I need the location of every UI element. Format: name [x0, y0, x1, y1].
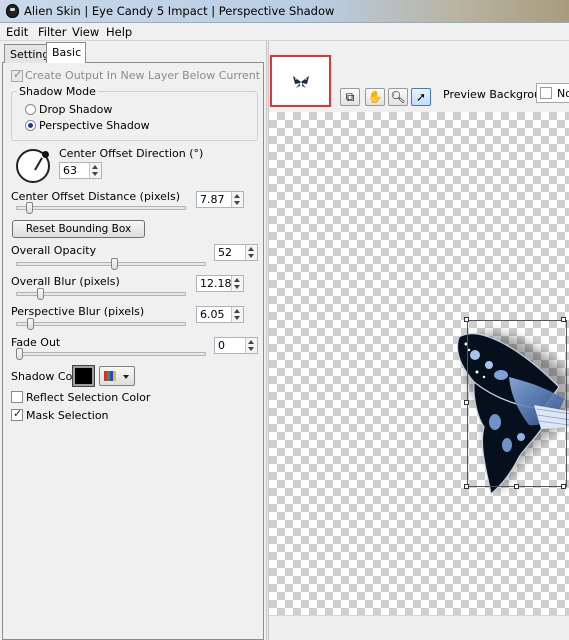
- drop-shadow-label: Drop Shadow: [39, 103, 113, 116]
- preview-background-swatch: [540, 87, 552, 99]
- center-offset-distance-track[interactable]: [16, 206, 186, 210]
- window-title: Alien Skin | Eye Candy 5 Impact | Perspe…: [24, 4, 335, 18]
- center-offset-direction-label: Center Offset Direction (°): [59, 147, 204, 160]
- arrow-select-icon[interactable]: ➚: [411, 88, 431, 106]
- navigator-thumbnail[interactable]: [270, 55, 331, 107]
- bbox-handle-bottom-mid[interactable]: [514, 484, 519, 489]
- shadow-mode-group: [11, 91, 258, 141]
- shadow-color-swatch[interactable]: [72, 365, 95, 387]
- create-output-label: Create Output In New Layer Below Current: [25, 69, 261, 82]
- alien-skin-app-icon: [6, 4, 19, 18]
- spinner-arrows[interactable]: [89, 163, 101, 178]
- bounding-box[interactable]: [467, 320, 567, 487]
- center-offset-distance-thumb[interactable]: [25, 202, 33, 214]
- spinner-arrows[interactable]: [231, 307, 243, 322]
- overall-opacity-spinner[interactable]: 52: [214, 244, 258, 261]
- preview-compare-icon[interactable]: ⧉: [340, 88, 360, 106]
- spinner-arrows[interactable]: [245, 245, 257, 260]
- overall-opacity-value[interactable]: 52: [218, 246, 232, 259]
- overall-blur-spinner[interactable]: 12.18: [196, 275, 244, 292]
- preview-background-value: No: [557, 87, 569, 100]
- drop-shadow-radio[interactable]: [25, 104, 36, 115]
- center-offset-distance-label: Center Offset Distance (pixels): [11, 190, 181, 203]
- preview-horizontal-scrollbar[interactable]: [269, 615, 569, 640]
- perspective-blur-label: Perspective Blur (pixels): [11, 305, 145, 318]
- color-grid-icon: [104, 371, 116, 381]
- perspective-blur-track[interactable]: [16, 322, 186, 326]
- direction-dial[interactable]: [16, 149, 50, 183]
- reflect-selection-color-checkbox[interactable]: [11, 391, 23, 403]
- menu-filter[interactable]: Filter: [38, 25, 66, 39]
- overall-opacity-label: Overall Opacity: [11, 244, 97, 257]
- menu-edit[interactable]: Edit: [6, 25, 28, 39]
- spinner-arrows[interactable]: [231, 192, 243, 207]
- center-offset-direction-value[interactable]: 63: [63, 164, 77, 177]
- center-offset-distance-value[interactable]: 7.87: [200, 193, 225, 206]
- zoom-magnifier-icon[interactable]: 🔍︎: [388, 88, 408, 106]
- fade-out-spinner[interactable]: 0: [214, 337, 258, 354]
- bbox-handle-bottom-right[interactable]: [561, 484, 566, 489]
- overall-blur-value[interactable]: 12.18: [200, 277, 232, 290]
- shadow-mode-title: Shadow Mode: [17, 85, 98, 98]
- bbox-handle-top-left[interactable]: [464, 317, 469, 322]
- fade-out-value[interactable]: 0: [218, 339, 225, 352]
- direction-dial-pointer: [34, 157, 43, 171]
- perspective-blur-thumb[interactable]: [27, 318, 35, 330]
- preview-background-select[interactable]: No: [536, 83, 569, 103]
- hand-pan-icon[interactable]: ✋: [365, 88, 385, 106]
- menu-view[interactable]: View: [72, 25, 99, 39]
- bbox-handle-bottom-left[interactable]: [464, 484, 469, 489]
- overall-blur-thumb[interactable]: [37, 288, 45, 300]
- butterfly-thumbnail: [293, 76, 309, 88]
- tab-basic[interactable]: Basic: [46, 42, 86, 63]
- overall-opacity-thumb[interactable]: [111, 258, 119, 270]
- menu-bar: Edit Filter View Help: [0, 23, 569, 41]
- mask-selection-checkbox[interactable]: [11, 407, 23, 421]
- perspective-blur-value[interactable]: 6.05: [200, 308, 225, 321]
- bbox-handle-top-right[interactable]: [561, 317, 566, 322]
- perspective-blur-spinner[interactable]: 6.05: [196, 306, 244, 323]
- color-picker-button[interactable]: [99, 366, 135, 386]
- menu-help[interactable]: Help: [106, 25, 132, 39]
- center-offset-distance-spinner[interactable]: 7.87: [196, 191, 244, 208]
- fade-out-track[interactable]: [16, 352, 206, 356]
- title-bar: Alien Skin | Eye Candy 5 Impact | Perspe…: [0, 0, 569, 23]
- spinner-arrows[interactable]: [245, 338, 257, 353]
- preview-canvas[interactable]: [269, 112, 569, 615]
- spinner-arrows[interactable]: [231, 276, 243, 291]
- chevron-down-icon: [123, 375, 129, 379]
- overall-blur-label: Overall Blur (pixels): [11, 275, 120, 288]
- bbox-handle-mid-left[interactable]: [464, 400, 469, 405]
- create-output-checkbox[interactable]: [11, 68, 23, 82]
- mask-selection-label: Mask Selection: [26, 409, 109, 422]
- fade-out-thumb[interactable]: [16, 348, 23, 360]
- center-offset-direction-spinner[interactable]: 63: [59, 162, 102, 179]
- direction-dial-knob[interactable]: [42, 151, 49, 158]
- perspective-shadow-label: Perspective Shadow: [39, 119, 150, 132]
- reflect-selection-color-label: Reflect Selection Color: [26, 391, 151, 404]
- tab-settings[interactable]: Settings: [4, 44, 55, 63]
- reset-bounding-box-button[interactable]: Reset Bounding Box: [12, 220, 145, 238]
- perspective-shadow-radio[interactable]: [25, 120, 36, 131]
